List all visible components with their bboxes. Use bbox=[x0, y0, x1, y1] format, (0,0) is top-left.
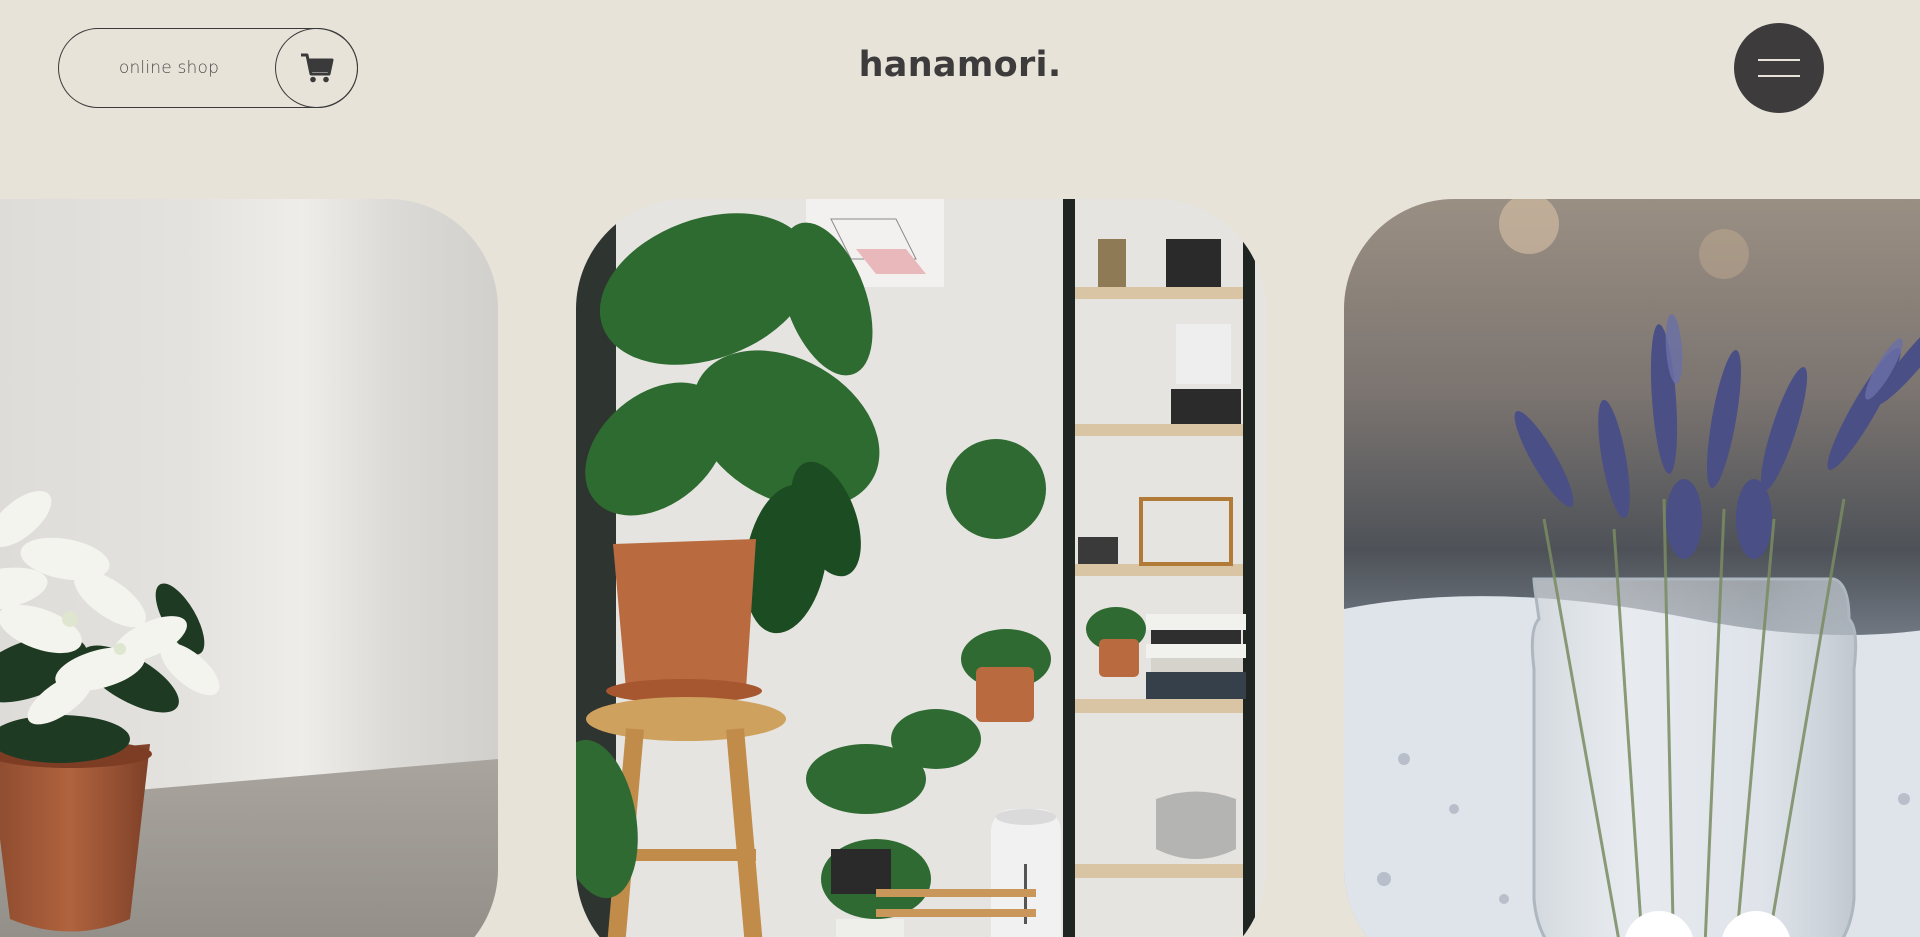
gallery-slide-poinsettia[interactable] bbox=[0, 199, 498, 937]
gallery-slide-plant-room[interactable] bbox=[576, 199, 1266, 937]
hamburger-menu-icon-line bbox=[1758, 75, 1800, 77]
lavender-photo bbox=[1344, 199, 1920, 937]
plant-room-photo bbox=[576, 199, 1266, 937]
brand-logo[interactable]: hanamori. bbox=[0, 45, 1920, 85]
page: online shop hanamori. bbox=[0, 0, 1920, 937]
hamburger-menu-icon bbox=[1758, 59, 1800, 61]
menu-button[interactable] bbox=[1734, 23, 1824, 113]
gallery-slide-lavender[interactable] bbox=[1344, 199, 1920, 937]
poinsettia-photo bbox=[0, 199, 498, 937]
